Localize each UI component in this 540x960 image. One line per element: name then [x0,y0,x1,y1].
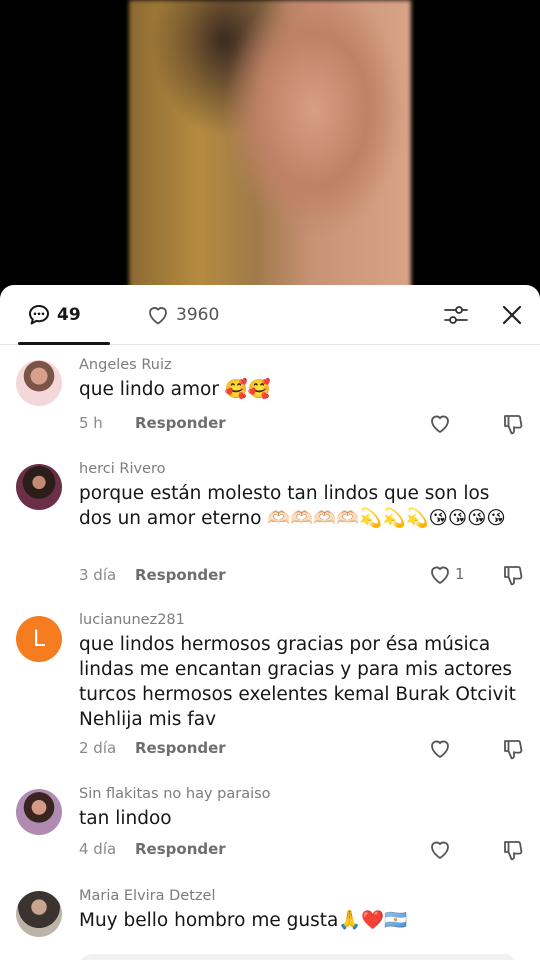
comment-time: 3 día [79,566,117,584]
heart-outline-icon [431,566,449,584]
comment-bubble-icon [29,305,49,325]
thumbs-down-icon[interactable] [500,563,524,587]
comment-item: Maria Elvira Detzel Muy bello hombro me … [0,882,540,952]
like-comment-button[interactable] [428,412,452,434]
like-count: 3960 [176,305,220,325]
comment-text: Muy bello hombro me gusta🙏❤️🇦🇷 [79,910,408,931]
reply-button[interactable]: Responder [135,840,226,858]
comment-item: herci Rivero porque están molesto tan li… [0,455,540,595]
filter-sliders-icon[interactable] [443,303,469,327]
comment-text: porque están molesto tan lindos que son … [79,483,506,529]
comment-item: Angeles Ruiz que lindo amor 🥰🥰 5 h Respo… [0,351,540,443]
heart-outline-icon [431,740,449,758]
avatar[interactable] [16,360,62,406]
comment-time: 5 h [79,414,103,432]
avatar[interactable] [16,464,62,510]
comment-username[interactable]: herci Rivero [79,460,524,478]
comments-sheet: 49 3960 Angeles Ruiz que lindo amor 🥰🥰 5… [0,285,540,960]
reply-button[interactable]: Responder [135,414,226,432]
comment-text: tan lindoo [79,808,172,829]
tab-likes[interactable]: 3960 [146,302,219,328]
comment-text: que lindos hermosos gracias por ésa músi… [79,634,516,730]
active-tab-indicator [18,342,110,345]
comment-text: que lindo amor 🥰🥰 [79,379,271,400]
comment-count: 49 [57,305,81,325]
comment-time: 2 día [79,739,117,757]
comment-username[interactable]: Angeles Ruiz [79,356,524,374]
comments-header: 49 3960 [0,285,540,345]
close-icon[interactable] [501,304,523,326]
tab-comments[interactable]: 49 [27,302,81,328]
avatar[interactable] [16,891,62,937]
comment-item: L lucianunez281 que lindos hermosos grac… [0,606,540,766]
like-comment-button[interactable] [428,838,452,860]
comment-username[interactable]: lucianunez281 [79,611,524,629]
thumbs-down-icon[interactable] [500,838,524,862]
heart-outline-icon [431,841,449,859]
reply-input-bar[interactable] [78,954,518,960]
comment-username[interactable]: Maria Elvira Detzel [79,887,524,905]
avatar[interactable] [16,789,62,835]
video-player[interactable] [0,0,540,300]
avatar[interactable]: L [16,616,62,662]
video-frame [129,0,411,300]
like-comment-button[interactable]: 1 [428,563,465,585]
heart-outline-icon [431,415,449,433]
comment-time: 4 día [79,840,117,858]
reply-button[interactable]: Responder [135,739,226,757]
comment-username[interactable]: Sin flakitas no hay paraiso [79,785,524,803]
heart-icon [149,307,167,325]
thumbs-down-icon[interactable] [500,737,524,761]
comment-like-count: 1 [455,565,465,583]
reply-button[interactable]: Responder [135,566,226,584]
like-comment-button[interactable] [428,737,452,759]
comment-item: Sin flakitas no hay paraiso tan lindoo 4… [0,780,540,870]
thumbs-down-icon[interactable] [500,412,524,436]
